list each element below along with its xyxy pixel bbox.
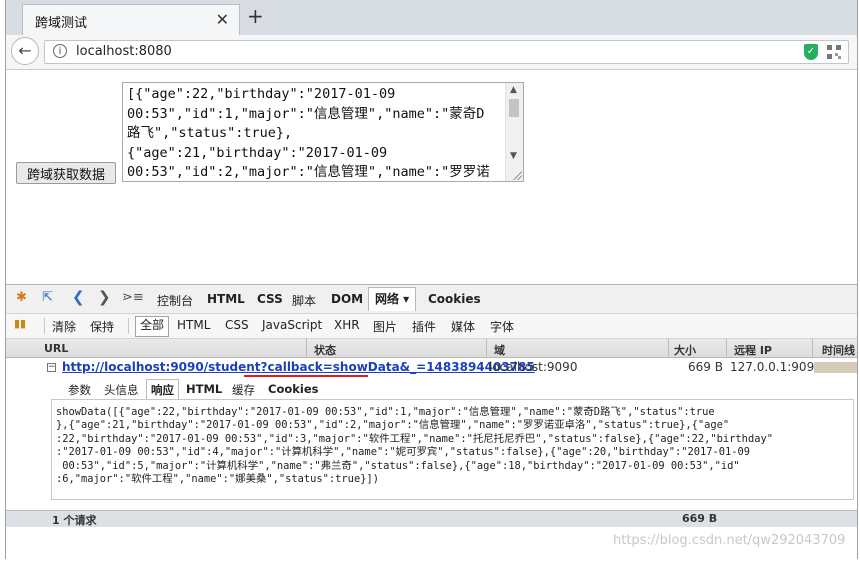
tab-dom[interactable]: DOM xyxy=(331,292,363,306)
tab-script[interactable]: 脚本 xyxy=(292,292,316,309)
network-column-header: URL 状态 域 大小 远程 IP 时间线 xyxy=(6,339,857,358)
timeline-bar xyxy=(814,362,857,373)
divider xyxy=(128,318,129,334)
info-icon[interactable]: i xyxy=(53,44,67,58)
watermark: https://blog.csdn.net/qw292043709 xyxy=(613,533,846,548)
tab-css[interactable]: CSS xyxy=(257,292,283,306)
scroll-thumb[interactable] xyxy=(509,99,519,117)
column-remote-ip[interactable]: 远程 IP xyxy=(734,342,772,358)
response-body: showData([{"age":22,"birthday":"2017-01-… xyxy=(51,399,854,500)
filter-images[interactable]: 图片 xyxy=(373,318,397,335)
tab-cache[interactable]: 缓存 xyxy=(232,382,255,398)
close-icon[interactable]: ✕ xyxy=(216,10,229,29)
divider xyxy=(668,339,669,357)
tab-strip: 跨域测试 ✕ + xyxy=(6,0,857,35)
firebug-icon[interactable]: ✱ xyxy=(16,290,27,305)
arrow-left-icon: ← xyxy=(18,41,32,60)
collapse-icon[interactable]: − xyxy=(47,363,56,372)
inspect-icon[interactable]: ⇱ xyxy=(42,290,53,305)
table-row[interactable]: − http://localhost:9090/student?callback… xyxy=(6,358,857,378)
divider xyxy=(306,339,307,357)
shield-icon[interactable]: ✓ xyxy=(804,44,818,60)
tab-params[interactable]: 参数 xyxy=(68,382,91,398)
arrow-right-icon[interactable]: ❯ xyxy=(98,288,111,306)
tab-headers[interactable]: 头信息 xyxy=(104,382,139,398)
new-tab-icon[interactable]: + xyxy=(247,4,264,28)
request-count: 1 个请求 xyxy=(52,514,97,527)
column-domain[interactable]: 域 xyxy=(494,342,505,358)
tab-html-preview[interactable]: HTML xyxy=(186,382,222,396)
callback-underline xyxy=(244,375,368,377)
request-url-link[interactable]: http://localhost:9090/student?callback=s… xyxy=(62,360,535,374)
divider xyxy=(44,318,45,334)
request-domain: localhost:9090 xyxy=(489,360,578,374)
filter-javascript[interactable]: JavaScript xyxy=(262,318,322,332)
request-detail-tabs: 参数 头信息 响应 HTML 缓存 Cookies xyxy=(6,379,857,400)
qr-code-icon[interactable] xyxy=(827,45,841,59)
divider xyxy=(812,339,813,357)
filter-fonts[interactable]: 字体 xyxy=(490,318,514,335)
browser-tab[interactable]: 跨域测试 ✕ xyxy=(22,4,240,35)
filter-media[interactable]: 媒体 xyxy=(451,318,475,335)
divider xyxy=(486,339,487,357)
clear-button[interactable]: 清除 xyxy=(52,318,76,335)
response-text: showData([{"age":22,"birthday":"2017-01-… xyxy=(56,406,773,486)
back-button[interactable]: ← xyxy=(11,37,39,65)
filter-html[interactable]: HTML xyxy=(177,318,210,332)
browser-window: 跨域测试 ✕ + ← i localhost:8080 ✓ 跨域获取数据 [{"… xyxy=(5,0,858,560)
column-url[interactable]: URL xyxy=(44,342,68,355)
devtools-panel: ✱ ⇱ ❮ ❯ ⋗≡ 控制台 HTML CSS 脚本 DOM 网络 ▾ Cook… xyxy=(6,284,857,560)
tab-response[interactable]: 响应 xyxy=(146,379,179,400)
column-status[interactable]: 状态 xyxy=(314,342,336,358)
column-size[interactable]: 大小 xyxy=(674,342,696,358)
command-line-icon[interactable]: ⋗≡ xyxy=(122,290,144,305)
vertical-scrollbar[interactable]: ▲ ▼ xyxy=(505,83,523,181)
filter-xhr[interactable]: XHR xyxy=(334,318,360,332)
divider xyxy=(726,339,727,357)
filter-all[interactable]: 全部 xyxy=(135,316,170,337)
filter-css[interactable]: CSS xyxy=(225,318,249,332)
tab-cookies-detail[interactable]: Cookies xyxy=(268,382,318,396)
page-content: 跨域获取数据 [{"age":22,"birthday":"2017-01-09… xyxy=(6,70,857,285)
column-timeline[interactable]: 时间线 xyxy=(822,342,855,358)
persist-button[interactable]: 保持 xyxy=(90,318,114,335)
network-filter-bar: ▮▮ 清除 保持 全部 HTML CSS JavaScript XHR 图片 插… xyxy=(6,314,857,339)
tab-network[interactable]: 网络 ▾ xyxy=(368,287,417,311)
devtools-toolbar: ✱ ⇱ ❮ ❯ ⋗≡ 控制台 HTML CSS 脚本 DOM 网络 ▾ Cook… xyxy=(6,285,857,314)
network-summary-row: 1 个请求 669 B xyxy=(6,510,857,527)
address-bar[interactable]: i localhost:8080 ✓ xyxy=(44,40,849,64)
fetch-data-button[interactable]: 跨域获取数据 xyxy=(16,162,116,184)
resize-grip-icon[interactable] xyxy=(512,170,522,180)
arrow-left-icon[interactable]: ❮ xyxy=(72,288,85,306)
scroll-down-icon[interactable]: ▼ xyxy=(510,151,517,161)
result-textarea[interactable]: [{"age":22,"birthday":"2017-01-09 00:53"… xyxy=(122,82,524,182)
request-size: 669 B xyxy=(688,360,723,374)
result-text: [{"age":22,"birthday":"2017-01-09 00:53"… xyxy=(127,86,490,180)
navigation-bar: ← i localhost:8080 ✓ xyxy=(6,35,857,70)
xhr-icon[interactable]: ▮▮ xyxy=(14,317,26,330)
tab-console[interactable]: 控制台 xyxy=(157,292,193,309)
request-remote-ip: 127.0.0.1:9090 xyxy=(730,360,822,374)
filter-plugins[interactable]: 插件 xyxy=(412,318,436,335)
url-text[interactable]: localhost:8080 xyxy=(76,44,172,59)
total-size: 669 B xyxy=(682,512,718,525)
tab-cookies[interactable]: Cookies xyxy=(428,292,481,306)
tab-title: 跨域测试 xyxy=(35,16,88,31)
tab-html[interactable]: HTML xyxy=(207,292,245,306)
scroll-up-icon[interactable]: ▲ xyxy=(510,85,517,95)
